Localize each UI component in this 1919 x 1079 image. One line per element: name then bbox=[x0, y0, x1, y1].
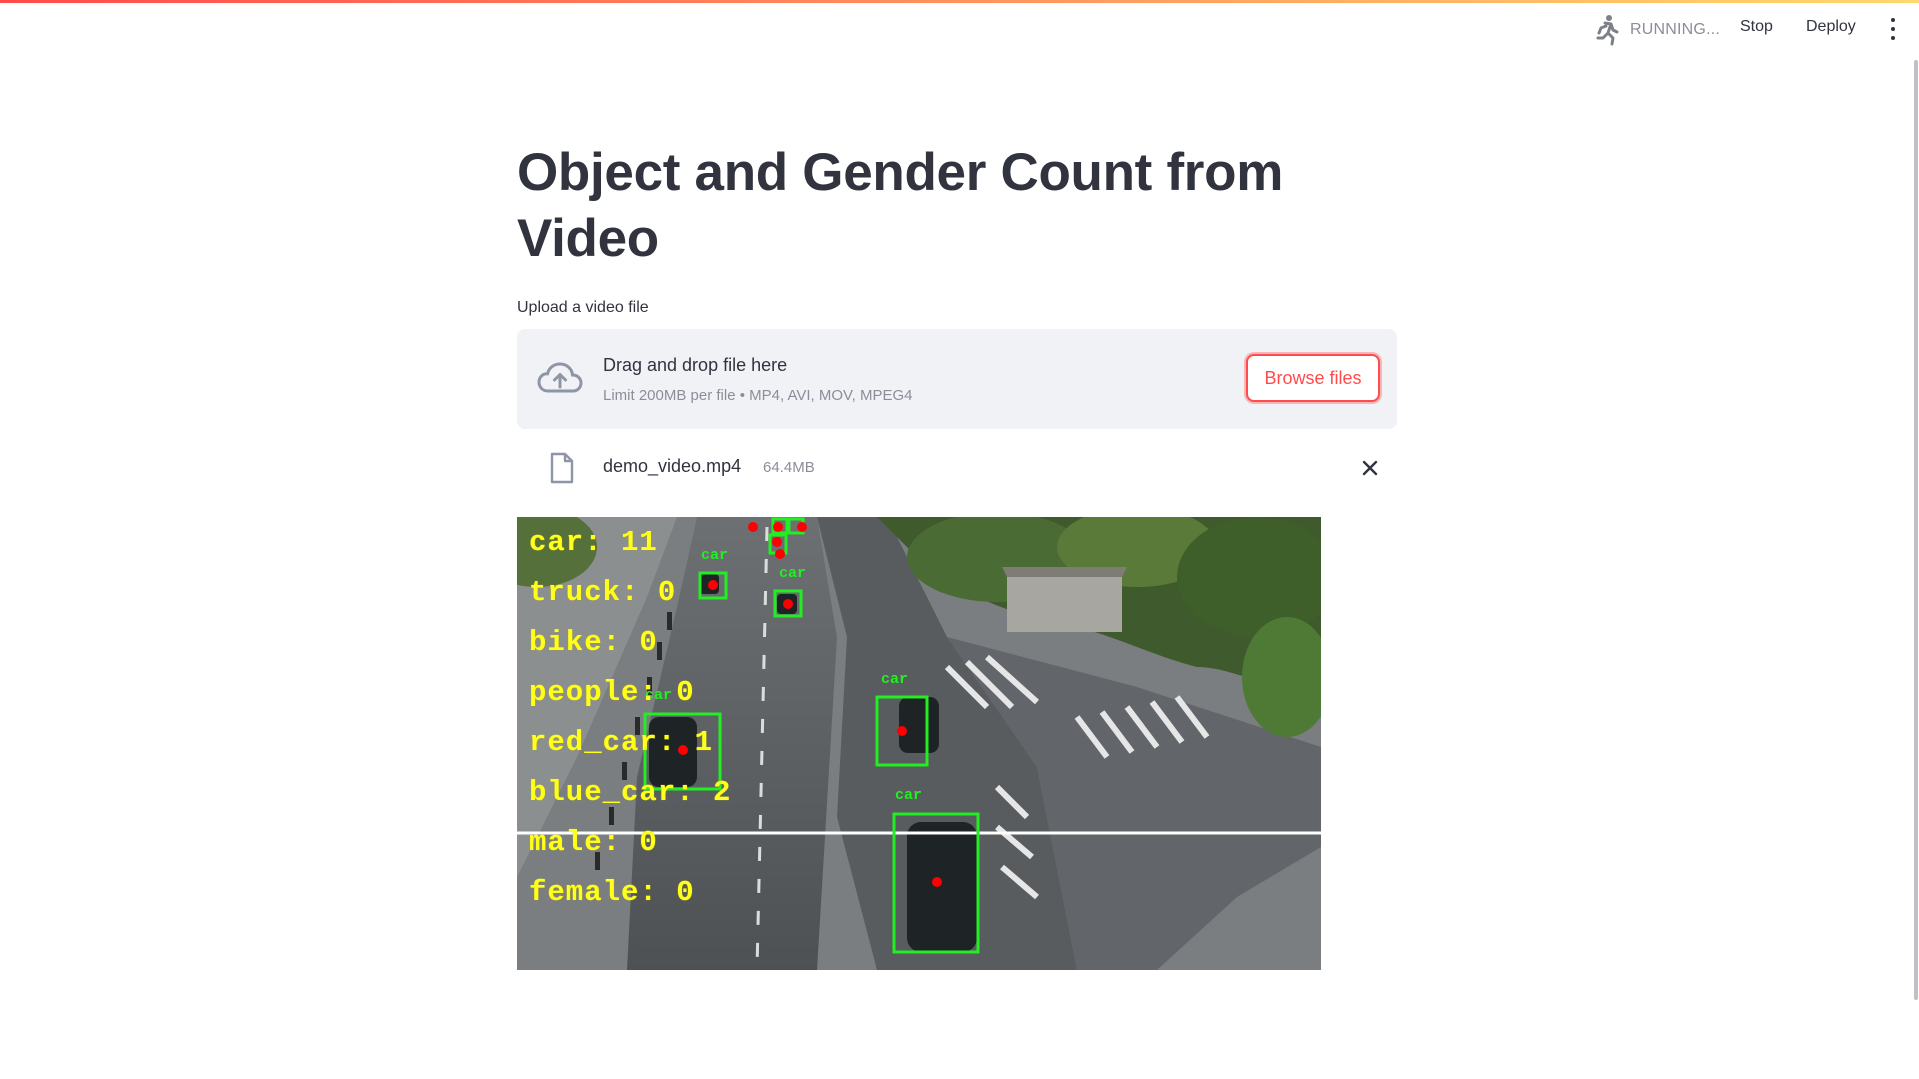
detection-label: car bbox=[701, 547, 729, 564]
detection-label: car bbox=[881, 671, 909, 688]
page-title: Object and Gender Count from Video bbox=[517, 143, 1284, 268]
deploy-button[interactable]: Deploy bbox=[1806, 18, 1856, 36]
count-car: car: 11 bbox=[529, 526, 658, 559]
count-truck: truck: 0 bbox=[529, 576, 677, 609]
count-blue-car: blue_car: 2 bbox=[529, 776, 732, 809]
running-status: RUNNING... bbox=[1592, 14, 1720, 46]
cloud-upload-icon bbox=[537, 362, 583, 393]
count-red-car: red_car: 1 bbox=[529, 726, 714, 759]
count-male: male: 0 bbox=[529, 826, 658, 859]
detection-label: car bbox=[895, 787, 923, 804]
dropzone-limits: Limit 200MB per file • MP4, AVI, MOV, MP… bbox=[603, 387, 913, 404]
file-dropzone[interactable]: Drag and drop file here Limit 200MB per … bbox=[517, 329, 1397, 429]
count-bike: bike: 0 bbox=[529, 626, 658, 659]
count-female: female: 0 bbox=[529, 876, 695, 909]
app-header: RUNNING... Stop Deploy bbox=[0, 0, 1919, 60]
browse-files-button[interactable]: Browse files bbox=[1246, 354, 1380, 402]
page-scrollbar[interactable] bbox=[1914, 60, 1918, 1000]
status-text: RUNNING... bbox=[1630, 21, 1720, 38]
file-icon bbox=[550, 452, 574, 484]
file-name: demo_video.mp4 bbox=[603, 456, 742, 476]
detection-label: car bbox=[779, 565, 807, 582]
uploaded-file-row: demo_video.mp4 64.4MB bbox=[517, 445, 1397, 489]
running-man-icon bbox=[1596, 15, 1619, 46]
file-size: 64.4MB bbox=[763, 459, 815, 476]
count-people: people: 0 bbox=[529, 676, 695, 709]
main-content: Object and Gender Count from Video bbox=[517, 140, 1397, 272]
stop-button[interactable]: Stop bbox=[1740, 18, 1773, 36]
close-icon[interactable] bbox=[1359, 457, 1381, 479]
video-frame: car car car car car car: 11 truck: 0 bik… bbox=[517, 517, 1321, 970]
uploader-label: Upload a video file bbox=[517, 299, 649, 316]
dropzone-title: Drag and drop file here bbox=[603, 355, 788, 375]
main-menu-icon[interactable] bbox=[1886, 18, 1900, 40]
